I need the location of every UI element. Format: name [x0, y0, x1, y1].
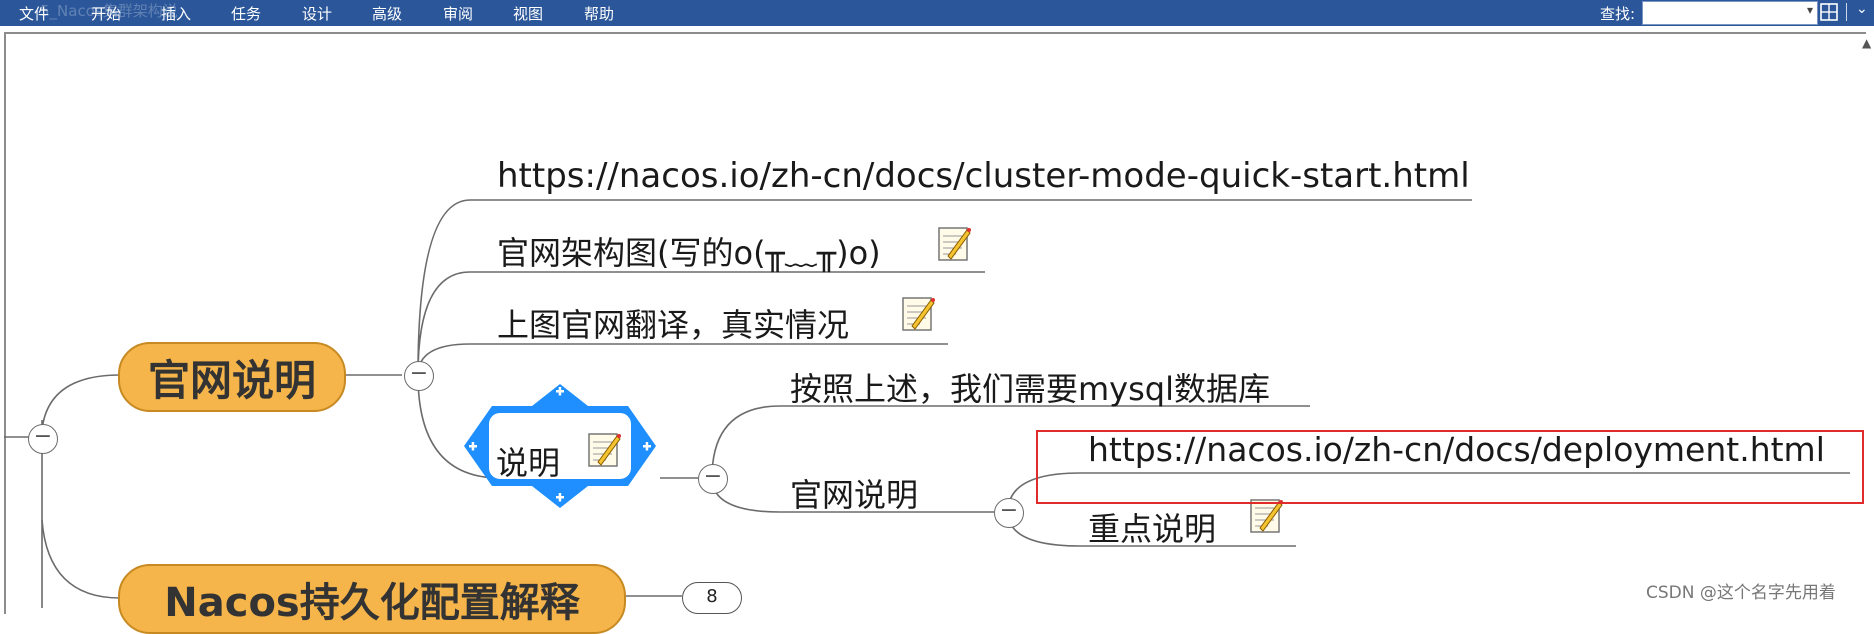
- node-key-note[interactable]: 重点说明: [1088, 504, 1216, 550]
- main-topic-official[interactable]: 官网说明: [118, 342, 346, 412]
- node-official-desc[interactable]: 官网说明: [790, 470, 918, 516]
- highlight-box: [1036, 430, 1864, 504]
- note-icon[interactable]: [586, 430, 622, 470]
- collapse-official-button[interactable]: −: [404, 361, 434, 391]
- note-icon[interactable]: [900, 294, 936, 334]
- connector-lines: [4, 199, 1850, 608]
- collapse-desc-button[interactable]: −: [994, 498, 1024, 528]
- collapse-root-button[interactable]: −: [28, 424, 58, 454]
- node-translation[interactable]: 上图官网翻译，真实情况: [497, 300, 849, 346]
- node-arch-diagram[interactable]: 官网架构图(写的o(╥﹏╥)o): [497, 228, 881, 274]
- node-mysql-need[interactable]: 按照上述，我们需要mysql数据库: [790, 364, 1270, 410]
- watermark: CSDN @这个名字先用着: [1646, 583, 1836, 603]
- node-note-label[interactable]: 说明: [496, 438, 560, 484]
- collapse-note-button[interactable]: −: [698, 464, 728, 494]
- link-cluster-mode[interactable]: https://nacos.io/zh-cn/docs/cluster-mode…: [497, 156, 1470, 196]
- main-topic-persistence[interactable]: Nacos持久化配置解释: [118, 564, 626, 634]
- child-count-badge[interactable]: 8: [682, 582, 742, 614]
- note-icon[interactable]: [936, 224, 972, 264]
